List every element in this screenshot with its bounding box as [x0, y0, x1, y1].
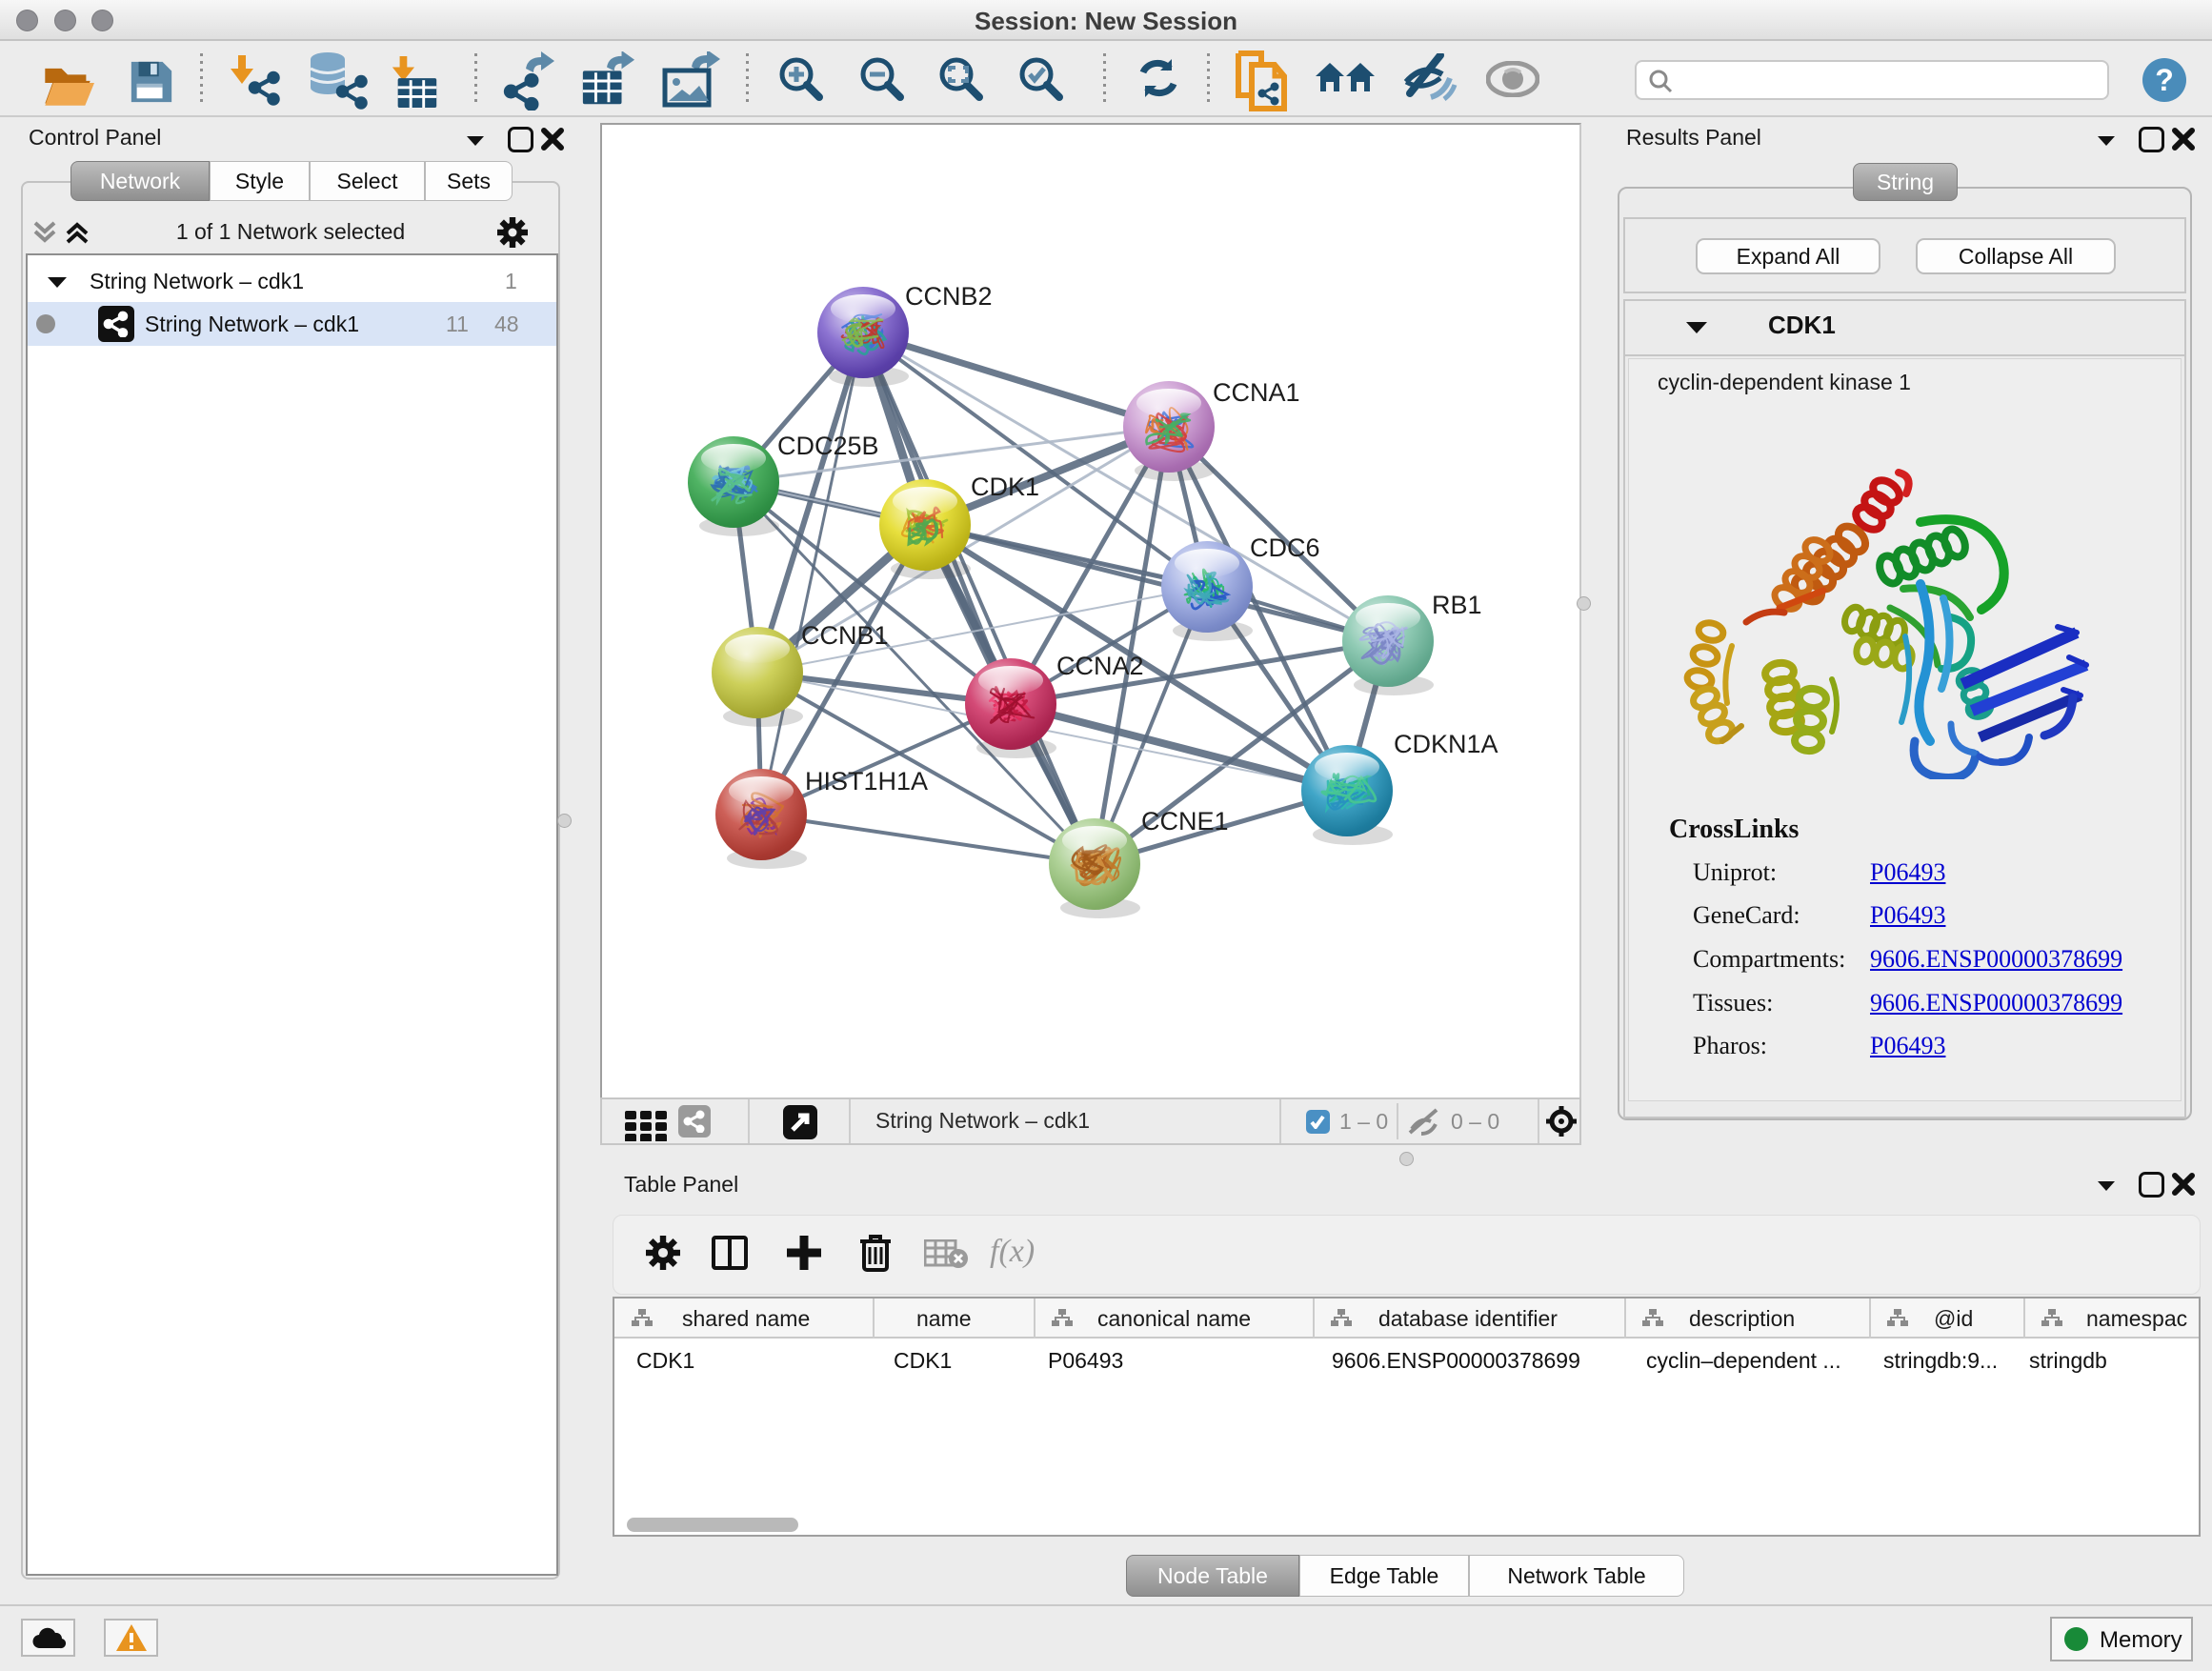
svg-text:CDC6: CDC6	[1250, 534, 1320, 562]
svg-text:RB1: RB1	[1432, 591, 1482, 619]
svg-text:CCNB1: CCNB1	[801, 621, 889, 650]
svg-text:CCNB2: CCNB2	[905, 282, 993, 311]
svg-text:HIST1H1A: HIST1H1A	[805, 767, 928, 795]
svg-text:CCNA1: CCNA1	[1213, 378, 1300, 407]
svg-text:CCNA2: CCNA2	[1056, 652, 1144, 680]
svg-text:CCNE1: CCNE1	[1141, 807, 1229, 836]
svg-text:CDKN1A: CDKN1A	[1394, 730, 1498, 758]
svg-text:CDK1: CDK1	[971, 473, 1039, 501]
svg-text:CDC25B: CDC25B	[777, 432, 879, 460]
